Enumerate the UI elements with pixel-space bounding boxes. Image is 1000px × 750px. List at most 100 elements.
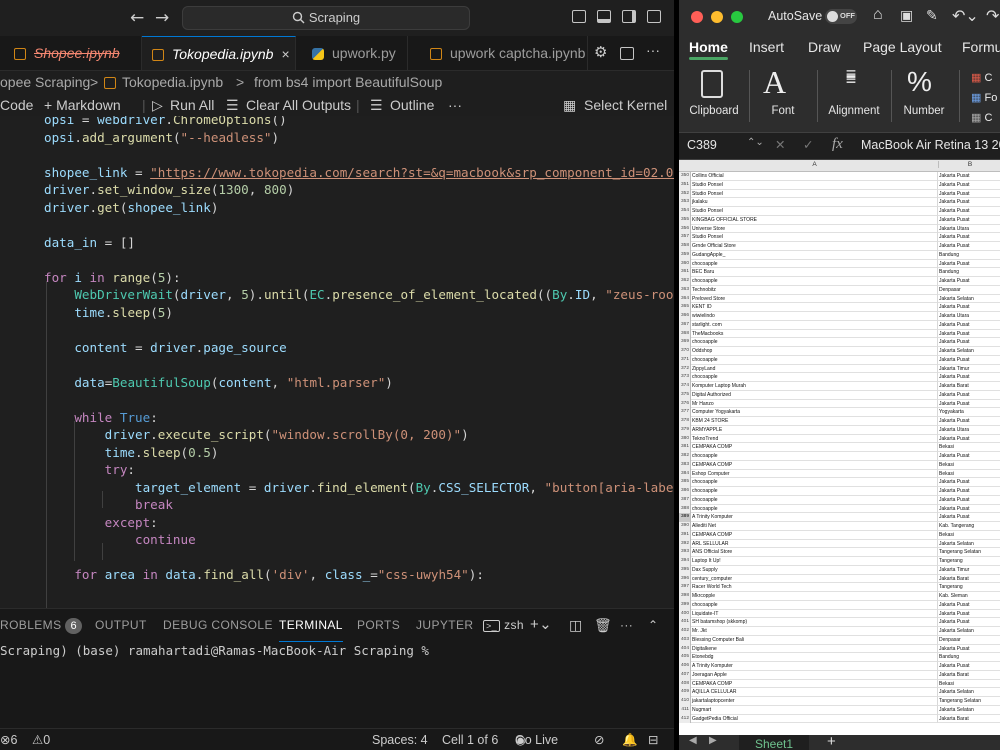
new-terminal-icon[interactable]: +⌄ [530, 609, 552, 641]
styles-group[interactable]: ▦ C ▦ Fo ▦ C [971, 68, 997, 128]
alignment-group[interactable]: ≡ ≡ Alignment [822, 62, 886, 132]
indentation-status[interactable]: Spaces: 4 [372, 729, 428, 750]
row-header[interactable]: 365 [679, 303, 691, 312]
cell-store-name[interactable]: chocoapple [691, 338, 938, 347]
cell-location[interactable]: Jakarta Pusat [938, 330, 1000, 339]
cell-store-name[interactable]: Joeragan Apple [691, 670, 938, 680]
cell-store-name[interactable]: wiwielindo [691, 312, 938, 321]
code-line[interactable]: WebDriverWait(driver, 5).until(EC.presen… [44, 286, 674, 303]
cell-store-name[interactable]: chocoapple [691, 504, 938, 514]
cell-store-name[interactable]: A Trinity Komputer [691, 662, 938, 671]
cell-location[interactable]: Jakarta Timur [938, 365, 1000, 374]
cell-location[interactable]: Jakarta Barat [938, 715, 1000, 724]
cell-store-name[interactable]: TheMacbooks [691, 329, 938, 339]
row-header[interactable]: 358 [679, 242, 691, 251]
save-icon[interactable]: ▣ [900, 7, 913, 24]
cell-location[interactable]: Bandung [938, 268, 1000, 277]
clipboard-group[interactable]: Clipboard [683, 62, 745, 132]
cell-store-name[interactable]: chocoapple [691, 487, 938, 496]
cell-store-name[interactable]: Computer Yogyakarta [691, 408, 938, 417]
cell-location[interactable]: Jakarta Pusat [938, 373, 1000, 382]
cell-store-name[interactable]: Komputer Laptop Murah [691, 382, 938, 391]
cell-location[interactable]: Jakarta Timur [938, 566, 1000, 575]
code-line[interactable]: opsi = webdriver.ChromeOptions() [44, 116, 287, 128]
row-header[interactable]: 412 [679, 714, 691, 724]
cell-location[interactable]: Jakarta Barat [938, 575, 1000, 584]
row-header[interactable]: 405 [679, 653, 691, 662]
row-header[interactable]: 382 [679, 452, 691, 461]
tab-insert[interactable]: Insert [749, 39, 784, 55]
cell-store-name[interactable]: chocoapple [691, 495, 938, 505]
cell-location[interactable]: Jakarta Pusat [938, 417, 1000, 426]
tab-upwork-captcha[interactable]: upwork captcha.ipynb [408, 36, 588, 70]
notifications-bell-icon[interactable]: 🔔 [622, 729, 638, 750]
cell-store-name[interactable]: Studio Ponsel [691, 233, 938, 242]
row-header[interactable]: 398 [679, 592, 691, 601]
code-line[interactable]: data=BeautifulSoup(content, "html.parser… [44, 374, 393, 391]
cell-location[interactable]: Jakarta Utara [938, 312, 1000, 321]
tab-terminal[interactable]: TERMINAL [279, 609, 343, 642]
cell-store-name[interactable]: Studio Ponsel [691, 207, 938, 216]
cell-location[interactable]: Jakarta Selatan [938, 540, 1000, 549]
row-header[interactable]: 385 [679, 478, 691, 487]
row-header[interactable]: 375 [679, 390, 691, 400]
command-center-search[interactable]: Scraping [182, 6, 470, 30]
cell-store-name[interactable]: Etonebdg [691, 653, 938, 662]
row-header[interactable]: 350 [679, 172, 691, 181]
breadcrumb-folder[interactable]: opee Scraping [0, 71, 90, 93]
cell-store-name[interactable]: A Trinity Komputer [691, 513, 938, 522]
tab-draw[interactable]: Draw [808, 39, 841, 55]
cell-location[interactable]: Jakarta Pusat [938, 505, 1000, 514]
cell-location[interactable]: Bekasi [938, 531, 1000, 540]
cell-location[interactable]: Jakarta Pusat [938, 513, 1000, 522]
tab-formulas[interactable]: Formu [962, 39, 1000, 55]
number-group[interactable]: % Number [895, 62, 953, 132]
cell-location[interactable]: Jakarta Pusat [938, 198, 1000, 207]
cell-store-name[interactable]: Dax Supply [691, 565, 938, 575]
cell-store-name[interactable]: Studio Ponsel [691, 180, 938, 190]
row-header[interactable]: 406 [679, 662, 691, 671]
trash-icon[interactable]: 🗑 [594, 609, 612, 641]
cell-location[interactable]: Jakarta Pusat [938, 356, 1000, 365]
cell-store-name[interactable]: ZippyLand [691, 364, 938, 374]
code-line[interactable]: while True: [44, 409, 157, 426]
settings-gear-icon[interactable]: ⚙ [594, 43, 607, 61]
name-box[interactable]: C389 [687, 138, 717, 152]
cell-store-name[interactable]: chocoapple [691, 259, 938, 269]
column-header-a[interactable]: A [691, 161, 938, 168]
cell-store-name[interactable]: starlight. com [691, 320, 938, 330]
edit-icon[interactable]: ✎ [926, 7, 938, 24]
tab-ports[interactable]: PORTS [357, 609, 400, 641]
formula-input[interactable]: MacBook Air Retina 13 20 [861, 138, 1000, 152]
row-header[interactable]: 409 [679, 688, 691, 697]
cell-store-name[interactable]: CEMPAKA COMP [691, 679, 938, 689]
cell-location[interactable]: Jakarta Pusat [938, 400, 1000, 409]
cell-store-name[interactable]: KINGBAG OFFICIAL STORE [691, 215, 938, 225]
redo-icon[interactable]: ↷ [986, 6, 999, 26]
cell-location[interactable]: Bekasi [938, 470, 1000, 479]
cell-location[interactable]: Jakarta Pusat [938, 172, 1000, 181]
row-header[interactable]: 377 [679, 408, 691, 417]
row-header[interactable]: 399 [679, 600, 691, 610]
cell-store-name[interactable]: Racer World Tech [691, 583, 938, 592]
code-line[interactable]: driver.set_window_size(1300, 800) [44, 181, 294, 198]
cell-location[interactable]: Denpasar [938, 286, 1000, 295]
cell-store-name[interactable]: Blessing Computer Bali [691, 635, 938, 645]
row-header[interactable]: 389 [679, 513, 691, 522]
cell-location[interactable]: Denpasar [938, 636, 1000, 645]
row-header[interactable]: 369 [679, 338, 691, 347]
row-header[interactable]: 384 [679, 469, 691, 479]
row-header[interactable]: 364 [679, 294, 691, 304]
warnings-indicator[interactable]: ⚠ 0 [32, 729, 50, 750]
cell-store-name[interactable]: SH batamshop (skkomp) [691, 618, 938, 627]
row-header[interactable]: 401 [679, 618, 691, 627]
cell-store-name[interactable]: Collins Official [691, 172, 938, 181]
next-sheet-icon[interactable]: ▶ [709, 735, 717, 746]
cell-location[interactable]: Jakarta Pusat [938, 181, 1000, 190]
row-header[interactable]: 356 [679, 224, 691, 234]
more-actions-icon[interactable]: ··· [646, 42, 660, 58]
cell-store-name[interactable]: Digital Authorized [691, 390, 938, 400]
function-icon[interactable]: fx [832, 136, 843, 153]
cell-location[interactable]: Jakarta Pusat [938, 303, 1000, 312]
cell-location[interactable]: Tangerang Selatan [938, 697, 1000, 706]
